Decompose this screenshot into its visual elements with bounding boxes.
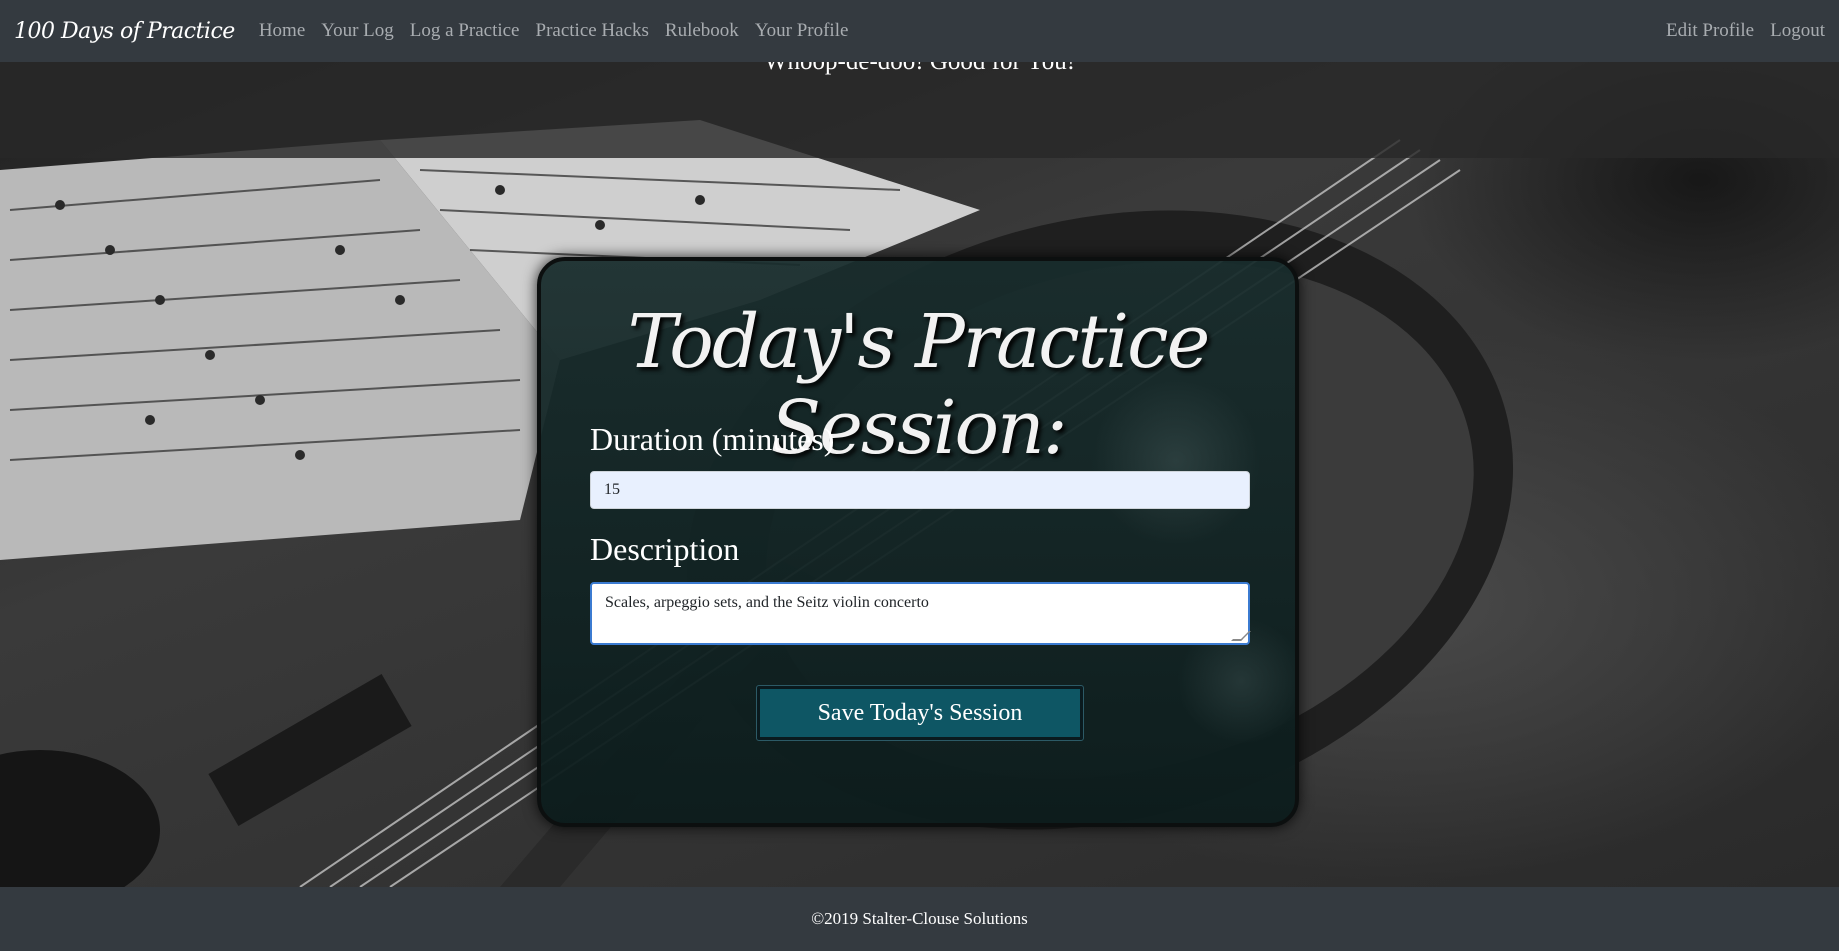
nav-your-profile[interactable]: Your Profile <box>755 20 849 42</box>
nav-home[interactable]: Home <box>259 20 305 42</box>
duration-input[interactable]: 15 <box>590 471 1250 509</box>
nav-practice-hacks[interactable]: Practice Hacks <box>536 20 649 42</box>
duration-label: Duration (minutes) <box>590 421 835 457</box>
footer-copyright: ©2019 Stalter-Clouse Solutions <box>811 909 1028 928</box>
resize-handle-icon[interactable] <box>1231 631 1251 641</box>
save-session-button[interactable]: Save Today's Session <box>756 685 1084 741</box>
practice-session-card: Today's Practice Session: Duration (minu… <box>537 257 1299 827</box>
footer: ©2019 Stalter-Clouse Solutions <box>0 887 1839 951</box>
nav-logout[interactable]: Logout <box>1770 20 1825 42</box>
flash-message-banner: Whoop-de-doo! Good for You! <box>0 48 1839 158</box>
nav-rulebook[interactable]: Rulebook <box>665 20 739 42</box>
description-textarea[interactable]: Scales, arpeggio sets, and the Seitz vio… <box>590 582 1251 645</box>
description-text: Scales, arpeggio sets, and the Seitz vio… <box>605 594 929 611</box>
top-navbar: 100 Days of Practice Home Your Log Log a… <box>0 0 1839 62</box>
brand-logo[interactable]: 100 Days of Practice <box>14 19 235 44</box>
nav-log-practice[interactable]: Log a Practice <box>410 20 520 42</box>
nav-right-group: Edit Profile Logout <box>1650 20 1825 42</box>
description-label: Description <box>590 531 740 567</box>
nav-edit-profile[interactable]: Edit Profile <box>1666 20 1754 42</box>
nav-your-log[interactable]: Your Log <box>321 20 394 42</box>
